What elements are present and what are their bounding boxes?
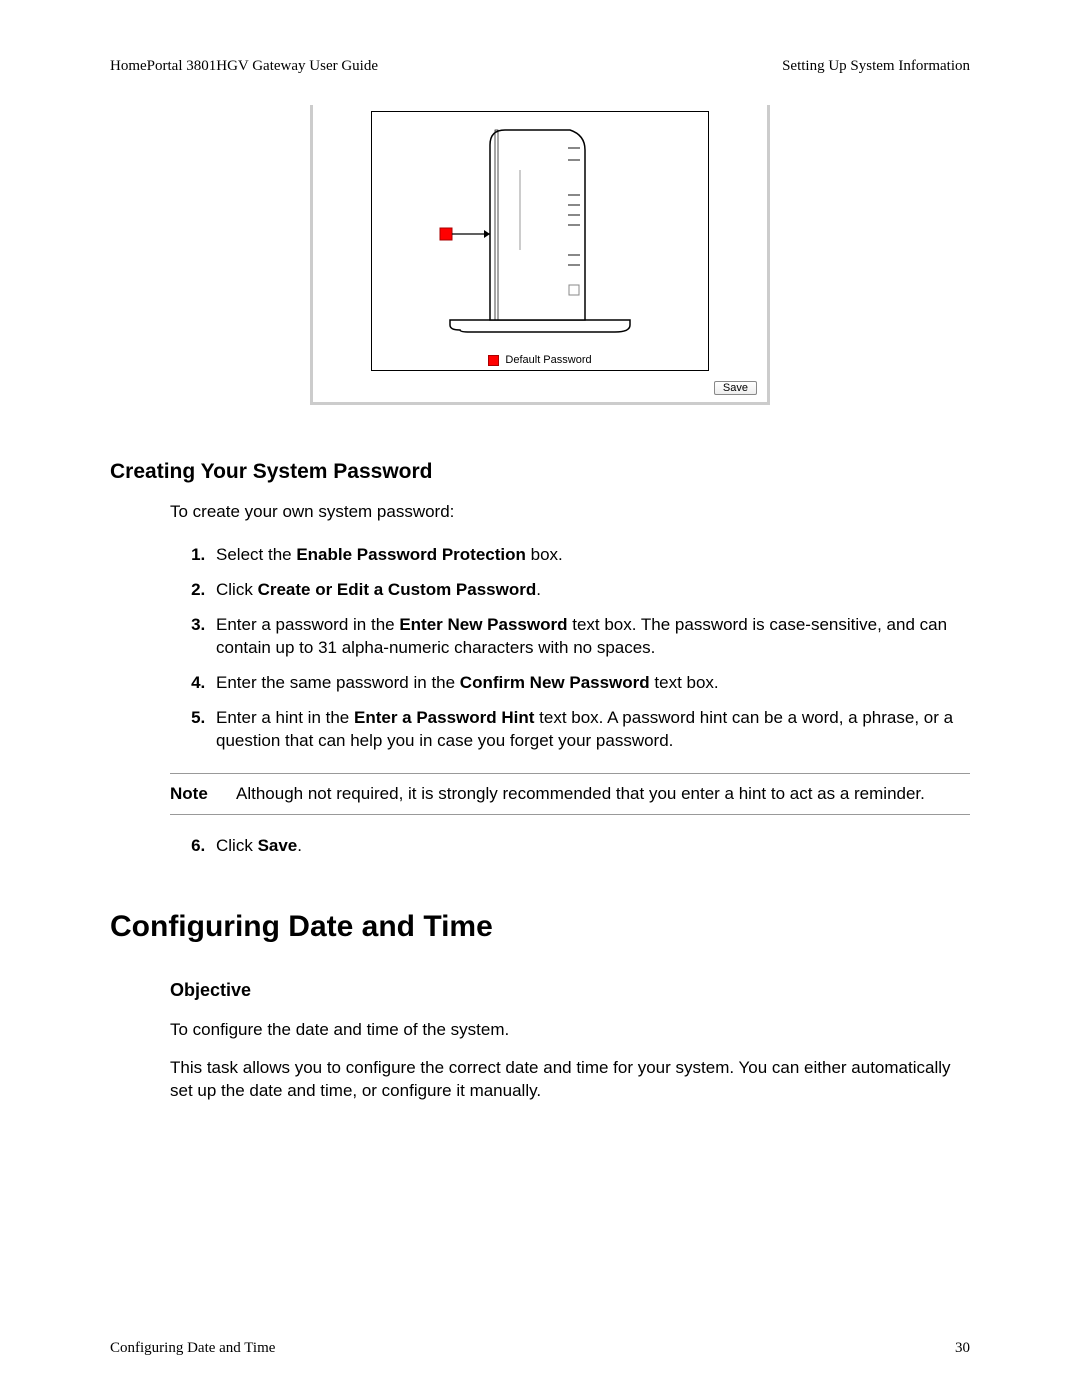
step-text: Enter the same password in the bbox=[216, 673, 460, 692]
page-footer: Configuring Date and Time 30 bbox=[110, 1340, 970, 1357]
steps-list: Select the Enable Password Protection bo… bbox=[170, 538, 970, 759]
objective-paragraph-1: To configure the date and time of the sy… bbox=[170, 1019, 970, 1042]
step-text: Enter a password in the bbox=[216, 615, 399, 634]
figure-save-button: Save bbox=[714, 381, 757, 395]
note-label: Note bbox=[170, 784, 216, 804]
page-header: HomePortal 3801HGV Gateway User Guide Se… bbox=[110, 58, 970, 75]
step-bold: Enable Password Protection bbox=[296, 545, 526, 564]
steps-list-continued: Click Save. bbox=[170, 829, 970, 864]
header-left: HomePortal 3801HGV Gateway User Guide bbox=[110, 58, 378, 75]
figure-legend: Default Password bbox=[380, 354, 700, 366]
legend-label: Default Password bbox=[505, 354, 591, 366]
document-page: HomePortal 3801HGV Gateway User Guide Se… bbox=[0, 0, 1080, 1397]
step-bold: Enter New Password bbox=[399, 615, 567, 634]
step-text: Click bbox=[216, 836, 258, 855]
footer-page-number: 30 bbox=[955, 1340, 970, 1357]
step-text: text box. bbox=[650, 673, 719, 692]
step-text: Click bbox=[216, 580, 258, 599]
figure-frame: Default Password Save bbox=[310, 105, 770, 405]
step-bold: Create or Edit a Custom Password bbox=[258, 580, 537, 599]
step-4: Enter the same password in the Confirm N… bbox=[210, 666, 970, 701]
step-3: Enter a password in the Enter New Passwo… bbox=[210, 608, 970, 666]
step-bold: Save bbox=[258, 836, 298, 855]
step-1: Select the Enable Password Protection bo… bbox=[210, 538, 970, 573]
step-6: Click Save. bbox=[210, 829, 970, 864]
note-block: Note Although not required, it is strong… bbox=[170, 773, 970, 815]
section-heading-creating-password: Creating Your System Password bbox=[110, 460, 970, 484]
step-text: . bbox=[297, 836, 302, 855]
gateway-figure: Default Password Save bbox=[310, 105, 770, 405]
step-text: box. bbox=[526, 545, 563, 564]
step-5: Enter a hint in the Enter a Password Hin… bbox=[210, 701, 970, 759]
step-bold: Enter a Password Hint bbox=[354, 708, 534, 727]
header-right: Setting Up System Information bbox=[782, 58, 970, 75]
step-text: . bbox=[536, 580, 541, 599]
subheading-objective: Objective bbox=[170, 980, 970, 1001]
section-intro: To create your own system password: bbox=[170, 502, 970, 522]
step-text: Select the bbox=[216, 545, 296, 564]
gateway-device-icon bbox=[390, 120, 690, 350]
step-bold: Confirm New Password bbox=[460, 673, 650, 692]
step-2: Click Create or Edit a Custom Password. bbox=[210, 573, 970, 608]
step-text: Enter a hint in the bbox=[216, 708, 354, 727]
footer-left: Configuring Date and Time bbox=[110, 1340, 275, 1357]
legend-color-swatch bbox=[488, 355, 499, 366]
note-text: Although not required, it is strongly re… bbox=[236, 784, 925, 804]
objective-paragraph-2: This task allows you to configure the co… bbox=[170, 1057, 970, 1103]
gateway-illustration-box: Default Password bbox=[371, 111, 709, 371]
topic-heading-date-time: Configuring Date and Time bbox=[110, 910, 970, 944]
